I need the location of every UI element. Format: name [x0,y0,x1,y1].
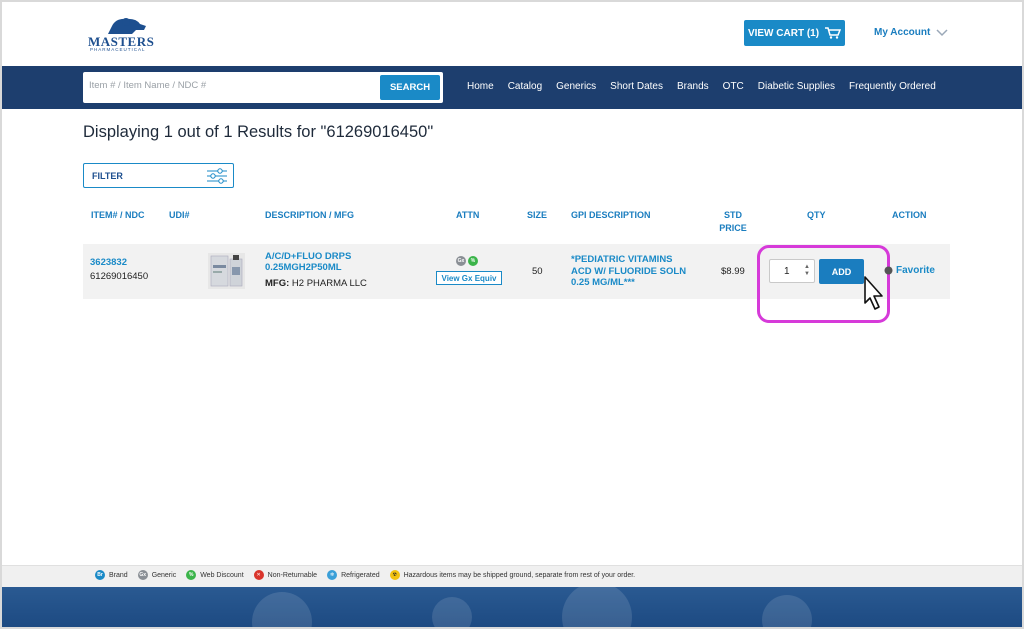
mouse-pointer-icon [864,276,883,310]
legend-refrigerated-label: Refrigerated [341,571,380,579]
nav-brands[interactable]: Brands [677,81,709,92]
legend-non-returnable-label: Non-Returnable [267,571,318,579]
sliders-icon [207,168,227,184]
description-line2: 0.25MGH2P50ML [265,262,342,273]
ndc-value: 61269016450 [90,271,149,282]
manufacturer: MFG: H2 PHARMA LLC [265,278,367,289]
decorative-pill [252,592,312,627]
nav-diabetic-supplies[interactable]: Diabetic Supplies [758,81,835,92]
header-gpi[interactable]: GPI DESCRIPTION [571,209,651,222]
header-attn: ATTN [456,210,480,220]
header-item-ndc[interactable]: ITEM# / NDC [91,209,145,222]
header-qty: QTY [807,210,826,220]
nav-home[interactable]: Home [467,81,494,92]
attn-badges: Gx % [456,256,478,266]
favorite-dot-icon [884,266,893,275]
chevron-down-icon [936,28,948,36]
description-line1: A/C/D+FLUO DRPS [265,251,352,262]
legend-brand: Br Brand [95,570,128,580]
nav-short-dates[interactable]: Short Dates [610,81,663,92]
search-button[interactable]: SEARCH [380,75,440,100]
web-discount-icon: % [186,570,197,580]
header-size[interactable]: SIZE [527,209,547,222]
decorative-pill [432,597,472,627]
footer-banner [2,587,1022,627]
product-image-icon [210,255,243,287]
header-udi[interactable]: UDI# [169,209,190,222]
filter-button[interactable]: FILTER [83,163,234,188]
my-account-menu[interactable]: My Account [874,27,948,38]
legend-generic: Gx Generic [137,570,177,580]
my-account-label: My Account [874,27,931,38]
web-discount-badge-icon: % [468,256,478,266]
lion-logo-icon [108,18,146,34]
legend-non-returnable: ✕ Non-Returnable [253,570,318,580]
legend-refrigerated: ❄ Refrigerated [327,570,380,580]
brand-icon: Br [95,570,105,580]
header-std-price-line2: PRICE [719,223,747,233]
legend-hazardous-label: Hazardous items may be shipped ground, s… [403,571,636,579]
nav-frequently-ordered[interactable]: Frequently Ordered [849,81,936,92]
gpi-description-link[interactable]: *PEDIATRIC VITAMINS ACD W/ FLUORIDE SOLN… [571,254,686,289]
header-std-price[interactable]: STD PRICE [719,209,747,235]
size-value: 50 [532,266,543,277]
legend-hazardous: ☢ Hazardous items may be shipped ground, … [389,570,636,580]
product-description-link[interactable]: A/C/D+FLUO DRPS 0.25MGH2P50ML [265,251,351,273]
item-number-link[interactable]: 3623832 [90,257,127,268]
legend-generic-label: Generic [151,571,177,579]
non-returnable-icon: ✕ [253,570,264,580]
masters-logo[interactable]: MASTERS PHARMACEUTICAL [88,14,168,54]
view-cart-label: VIEW CART (1) [747,27,820,39]
header-action: ACTION [892,210,927,220]
logo-subtext: PHARMACEUTICAL [90,47,146,52]
nav-catalog[interactable]: Catalog [508,81,542,92]
view-gx-equiv-button[interactable]: View Gx Equiv [436,271,502,285]
favorite-label: Favorite [896,265,935,276]
price-value: $8.99 [721,266,745,277]
nav-generics[interactable]: Generics [556,81,596,92]
gpi-line1: *PEDIATRIC VITAMINS [571,254,673,265]
product-thumbnail[interactable] [208,253,245,289]
legend: Br Brand Gx Generic % Web Discount ✕ Non-Ret… [95,570,635,580]
decorative-pill [562,587,632,627]
search-input[interactable] [89,80,369,91]
decorative-pill [762,595,812,627]
generic-badge-icon: Gx [456,256,466,266]
filter-label: FILTER [92,171,123,181]
results-title: Displaying 1 out of 1 Results for "61269… [83,123,434,141]
view-cart-button[interactable]: VIEW CART (1) [744,20,845,46]
cart-icon [825,27,842,39]
search-box: SEARCH [83,72,443,103]
mfg-value: H2 PHARMA LLC [291,278,367,289]
gpi-line3: 0.25 MG/ML*** [571,277,635,288]
favorite-button[interactable]: Favorite [884,265,935,276]
nav-otc[interactable]: OTC [723,81,744,92]
legend-web-discount-label: Web Discount [200,571,244,579]
legend-web-discount: % Web Discount [186,570,244,580]
header-description[interactable]: DESCRIPTION / MFG [265,209,354,222]
legend-brand-label: Brand [109,571,128,579]
mfg-label: MFG: [265,278,290,289]
nav-links: Home Catalog Generics Short Dates Brands… [467,81,936,92]
snowflake-icon: ❄ [327,570,338,580]
hazard-icon: ☢ [389,570,400,580]
generic-icon: Gx [137,570,148,580]
header-std-price-line1: STD [724,210,742,220]
gpi-line2: ACD W/ FLUORIDE SOLN [571,265,687,277]
